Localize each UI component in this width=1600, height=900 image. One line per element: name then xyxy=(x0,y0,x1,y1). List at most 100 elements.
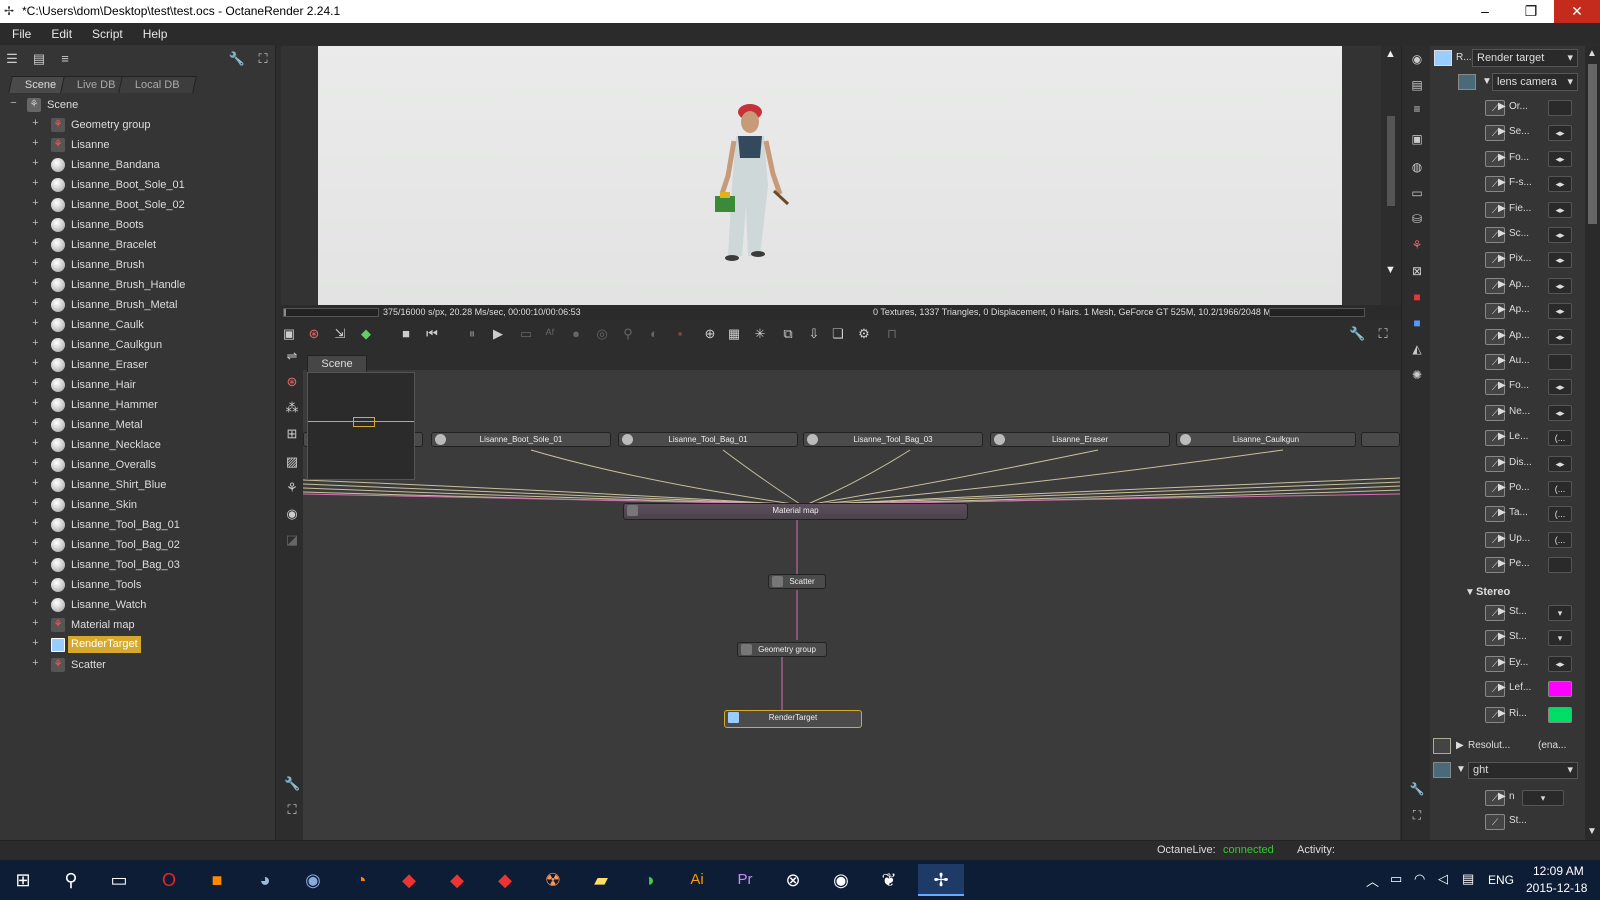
graph-node-partial-right[interactable] xyxy=(1361,432,1400,447)
graph-node-lisanne-tool-bag-01[interactable]: Lisanne_Tool_Bag_01 xyxy=(618,432,798,447)
expand-arrow-icon[interactable]: ▶ xyxy=(1498,406,1506,417)
close-button[interactable]: ✕ xyxy=(1554,0,1600,23)
expand-icon[interactable]: + xyxy=(30,658,41,670)
white-balance-icon[interactable]: ◐ xyxy=(646,326,662,342)
paint-icon[interactable]: ■ xyxy=(198,864,236,896)
outliner-copy-icon[interactable]: ▤ xyxy=(30,51,48,67)
media-icon[interactable]: ◉ xyxy=(822,864,860,896)
tree-item[interactable]: + Lisanne_Brush_Handle xyxy=(0,275,276,295)
tree-item[interactable]: + Lisanne_Boot_Sole_02 xyxy=(0,195,276,215)
graph-fit-icon[interactable]: ⊞ xyxy=(284,426,300,442)
illustrator-icon[interactable]: Ai xyxy=(678,864,716,896)
menu-edit[interactable]: Edit xyxy=(39,23,80,41)
menu-script[interactable]: Script xyxy=(80,23,131,41)
expand-icon[interactable]: + xyxy=(30,178,41,190)
expand-icon[interactable]: + xyxy=(30,318,41,330)
save-render-icon[interactable]: ⇩ xyxy=(806,326,822,342)
prop-control[interactable] xyxy=(1548,557,1572,574)
graph-node-lisanne-eraser[interactable]: Lisanne_Eraser xyxy=(990,432,1170,447)
graph-node-render-target[interactable]: RenderTarget xyxy=(724,710,862,728)
tree-item[interactable]: + Lisanne_Hammer xyxy=(0,395,276,415)
prop-control[interactable] xyxy=(1548,100,1572,116)
scroll-thumb[interactable] xyxy=(1588,64,1597,224)
tree-item[interactable]: + Lisanne_Necklace xyxy=(0,435,276,455)
clock-time[interactable]: 12:09 AM xyxy=(1533,864,1584,878)
stop-icon[interactable]: ■ xyxy=(398,326,414,342)
collapse-icon[interactable]: − xyxy=(8,98,19,110)
graph-expand-icon[interactable]: ⛶ xyxy=(284,802,300,818)
prop-control[interactable]: ◂▸ xyxy=(1548,303,1572,320)
expand-icon[interactable]: + xyxy=(30,358,41,370)
tab-local-db[interactable]: Local DB xyxy=(118,76,197,93)
expand-icon[interactable]: + xyxy=(30,438,41,450)
prop-control[interactable]: ◂▸ xyxy=(1548,404,1572,421)
object-picker-icon[interactable]: ◎ xyxy=(594,326,610,342)
prop-control[interactable]: ◂▸ xyxy=(1548,455,1572,472)
tree-item[interactable]: + Lisanne_Watch xyxy=(0,595,276,615)
expand-arrow-icon[interactable]: ▶ xyxy=(1498,457,1506,468)
graph-node-icon[interactable]: ⚘ xyxy=(284,480,300,496)
light-icon[interactable]: ✺ xyxy=(1409,367,1425,383)
xbox-icon[interactable]: ⊗ xyxy=(774,864,812,896)
copy-icon[interactable]: ⧉ xyxy=(780,326,796,342)
radiation-icon[interactable]: ☢ xyxy=(534,864,572,896)
expand-arrow-icon[interactable]: ▶ xyxy=(1498,558,1506,569)
resolution-value[interactable]: (ena... xyxy=(1538,740,1566,751)
prop-control[interactable]: ◂▸ xyxy=(1548,655,1572,672)
expand-arrow-icon[interactable]: ▶ xyxy=(1498,152,1506,163)
af-icon[interactable]: ᴬᶠ xyxy=(542,326,558,342)
props-expand-icon[interactable]: ⛶ xyxy=(1409,807,1425,823)
expand-icon[interactable]: + xyxy=(30,418,41,430)
display-icon[interactable]: ▭ xyxy=(1409,185,1425,201)
outliner-list-icon[interactable]: ☰ xyxy=(3,51,21,67)
tree-item[interactable]: + ⚘ Material map xyxy=(0,615,276,635)
tray-chevron-icon[interactable]: ︿ xyxy=(1366,871,1379,890)
prop-control[interactable]: ◂▸ xyxy=(1548,150,1572,167)
prop-control[interactable]: (... xyxy=(1548,481,1572,497)
graph-node-scatter[interactable]: Scatter xyxy=(768,574,826,589)
expand-icon[interactable]: + xyxy=(30,638,41,650)
thunderbird-icon[interactable]: ◕ xyxy=(246,864,284,896)
expand-arrow-icon[interactable]: ▶ xyxy=(1498,203,1506,214)
prop-control[interactable]: (... xyxy=(1548,506,1572,523)
graph-node-lisanne-tool-bag-03[interactable]: Lisanne_Tool_Bag_03 xyxy=(803,432,983,447)
premiere-icon[interactable]: Pr xyxy=(726,864,764,896)
cinema4d-icon[interactable]: ◉ xyxy=(294,864,332,896)
prop-control[interactable]: ▾ xyxy=(1548,605,1572,621)
expand-icon[interactable]: + xyxy=(30,198,41,210)
language-indicator[interactable]: ENG xyxy=(1488,873,1514,887)
tree-item[interactable]: + Lisanne_Tool_Bag_02 xyxy=(0,535,276,555)
graph-node-lisanne-boot-sole-01[interactable]: Lisanne_Boot_Sole_01 xyxy=(431,432,611,447)
tree-item[interactable]: + Lisanne_Caulk xyxy=(0,315,276,335)
tree-item[interactable]: + Lisanne_Boot_Sole_01 xyxy=(0,175,276,195)
red-cube-icon[interactable]: ■ xyxy=(1409,289,1425,305)
notifications-icon[interactable]: ▤ xyxy=(1462,871,1474,887)
tree-item[interactable]: + Lisanne_Eraser xyxy=(0,355,276,375)
graph-node-lisanne-caulkgun[interactable]: Lisanne_Caulkgun xyxy=(1176,432,1356,447)
expand-arrow-icon[interactable]: ▶ xyxy=(1498,791,1506,802)
camera-type-select[interactable]: lens camera ▾ xyxy=(1492,73,1578,91)
expand-arrow-icon[interactable]: ▶ xyxy=(1498,482,1506,493)
grid-icon[interactable]: ▦ xyxy=(726,326,742,342)
graph-camera-icon[interactable]: ◪ xyxy=(284,532,300,548)
graph-tab-scene[interactable]: Scene xyxy=(307,355,367,372)
props-wrench-icon[interactable]: 🔧 xyxy=(1409,781,1425,797)
layers-icon[interactable]: ❏ xyxy=(830,326,846,342)
prop-control[interactable]: ◂▸ xyxy=(1548,252,1572,269)
prop-control[interactable]: ◂▸ xyxy=(1548,379,1572,396)
expand-icon[interactable]: + xyxy=(30,298,41,310)
chrome-icon[interactable]: ◑ xyxy=(630,864,668,896)
expand-arrow-icon[interactable]: ▶ xyxy=(1498,304,1506,315)
search-icon[interactable]: ⚲ xyxy=(52,864,90,896)
fox-icon[interactable]: ❦ xyxy=(870,864,908,896)
maximize-button[interactable]: ❐ xyxy=(1508,0,1554,23)
zoom-region-icon[interactable]: ⇲ xyxy=(332,326,348,342)
cube-icon[interactable]: ◆ xyxy=(358,326,374,342)
sketchup-icon-2[interactable]: ◆ xyxy=(438,864,476,896)
wifi-icon[interactable]: ◠ xyxy=(1414,871,1425,887)
tree-item[interactable]: + Lisanne_Skin xyxy=(0,495,276,515)
graph-layout-icon[interactable]: ⇌ xyxy=(284,348,300,364)
expand-icon[interactable]: ⛶ xyxy=(254,51,272,67)
opera-icon[interactable]: O xyxy=(150,864,188,896)
graph-node-material-map[interactable]: Material map xyxy=(623,503,968,520)
